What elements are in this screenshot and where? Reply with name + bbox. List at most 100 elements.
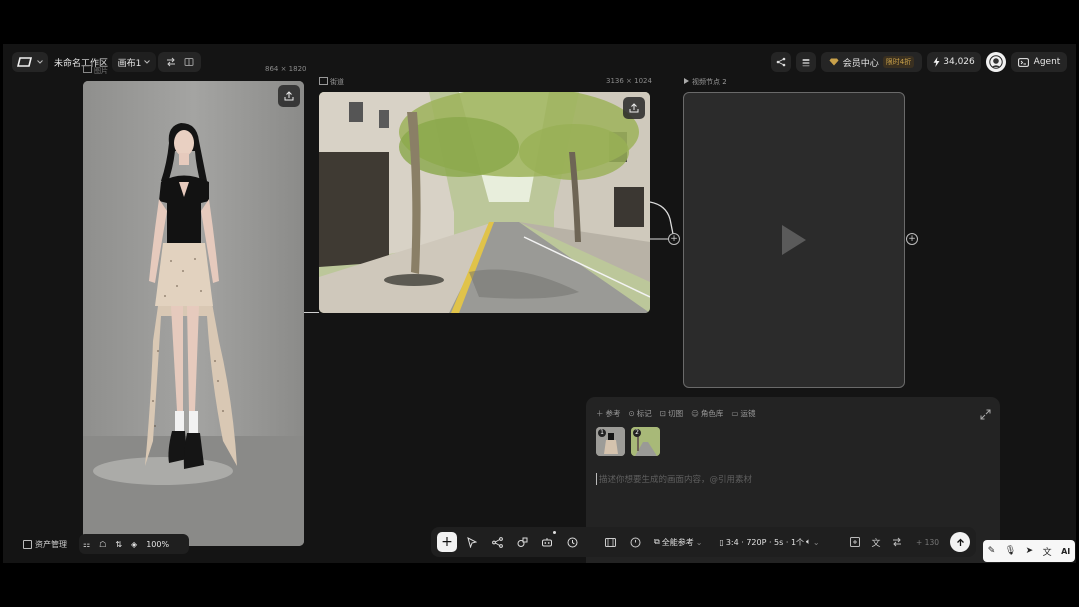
share-icon	[776, 57, 786, 67]
asset-manager-button[interactable]: 资产管理	[23, 539, 67, 550]
node-output-port[interactable]: +	[906, 233, 918, 245]
credit-cost: + 130	[916, 537, 939, 547]
tag-label: 角色库	[700, 409, 724, 418]
video-icon	[684, 78, 689, 84]
generate-button[interactable]	[950, 532, 970, 552]
node2-upload-button[interactable]	[623, 97, 645, 119]
layers-button[interactable]	[796, 52, 816, 72]
play-icon	[781, 224, 807, 256]
zoom-level[interactable]: 100%	[146, 540, 169, 549]
volume-icon: 🔈︎	[806, 537, 811, 546]
plus-icon: ＋	[596, 409, 604, 418]
connector-line	[304, 312, 319, 313]
canvas-selector[interactable]: 画布1	[112, 52, 156, 72]
clock-icon	[567, 537, 577, 547]
reference-mode-icon: ⧉	[654, 537, 660, 546]
mode-selector[interactable]: ⧉ 全能参考 ⌄	[654, 537, 702, 548]
app-window: 未命名工作区 画布1 会员中心 限时4折 34,026 Agent 图片 864…	[3, 44, 1076, 563]
prompt-tag-row: ＋参考 ⊙ 标记 ⊡ 切图 ☺ 角色库 ▭ 运镜	[596, 408, 756, 419]
grid-icon[interactable]: ⚏	[83, 540, 90, 549]
credits-button[interactable]: 34,026	[927, 52, 981, 72]
tag-label: 标记	[636, 409, 652, 418]
share-button[interactable]	[771, 52, 791, 72]
node1-upload-button[interactable]	[278, 85, 300, 107]
prompt-input[interactable]: 描述你想要生成的画面内容，@引用素材	[596, 473, 979, 485]
logo-menu[interactable]	[12, 52, 48, 72]
crop-icon: ⊡	[659, 409, 667, 418]
member-center-label: 会员中心	[842, 58, 879, 69]
upload-icon	[629, 103, 639, 113]
robot-icon	[542, 537, 552, 546]
ime-send-icon[interactable]: ➤	[1026, 546, 1034, 556]
reference-thumb-2[interactable]: 2	[631, 427, 660, 456]
generation-settings[interactable]: ▯ 3:4 · 720P · 5s · 1个 🔈︎ ⌄	[719, 537, 819, 548]
tag-reference[interactable]: ＋参考	[596, 408, 621, 419]
node3-title-caption: 视频节点 2	[684, 77, 727, 87]
ime-ai-label[interactable]: AI	[1061, 547, 1070, 556]
layout-icon[interactable]	[184, 57, 194, 67]
agent-button[interactable]: Agent	[1011, 52, 1067, 72]
node2-title-caption: 街道	[319, 77, 344, 87]
logo-icon	[17, 57, 33, 67]
compare-icon[interactable]	[166, 57, 176, 67]
avatar[interactable]	[986, 52, 1006, 72]
ime-toolbar: ✎ 🎙︎ ➤ 文 AI	[983, 540, 1075, 562]
expand-icon	[980, 409, 991, 420]
node1-title-caption: 图片	[83, 65, 108, 76]
model-select-button[interactable]	[600, 532, 620, 552]
node1-title: 图片	[94, 67, 108, 75]
add-node-button[interactable]: +	[437, 532, 457, 552]
portrait-image-node[interactable]	[83, 81, 304, 546]
assets-button[interactable]	[512, 532, 532, 552]
member-badge: 限时4折	[882, 56, 915, 68]
settings-label: 3:4 · 720P · 5s · 1个	[725, 537, 805, 547]
agent-icon	[1017, 57, 1029, 67]
street-image-node[interactable]	[319, 92, 650, 313]
model-button[interactable]	[537, 531, 557, 552]
sort-icon[interactable]: ⇅	[115, 540, 122, 549]
history-button[interactable]	[562, 532, 582, 552]
timer-button[interactable]	[625, 532, 645, 552]
tag-character[interactable]: ☺ 角色库	[691, 408, 723, 419]
chevron-down-icon	[37, 60, 43, 64]
portrait-photo	[83, 81, 304, 546]
upload-icon	[284, 91, 294, 101]
reference-thumb-1[interactable]: 1	[596, 427, 625, 456]
ime-translate-icon[interactable]: 文	[1043, 545, 1052, 558]
translate-icon: 文	[871, 538, 881, 549]
avatar-icon	[989, 55, 1003, 69]
bottom-left-tools: ⚏ ☖ ⇅ ◈ 100%	[79, 534, 189, 554]
select-tool-button[interactable]	[462, 532, 482, 552]
translate-button[interactable]: 文	[868, 532, 884, 552]
chevron-down-icon	[144, 60, 151, 64]
credits-value: 34,026	[943, 57, 975, 67]
video-node[interactable]	[683, 92, 905, 388]
film-icon	[604, 537, 616, 547]
eye-icon[interactable]: ◈	[131, 540, 137, 549]
workflow-button[interactable]	[487, 532, 507, 552]
bolt-icon	[933, 57, 940, 67]
panel-expand-button[interactable]	[980, 405, 992, 420]
arrow-up-icon	[956, 538, 964, 546]
node-input-port[interactable]: +	[668, 233, 680, 245]
swap-button[interactable]	[889, 532, 905, 552]
timer-icon	[630, 537, 640, 547]
node2-title: 街道	[330, 78, 344, 86]
tag-mark[interactable]: ⊙ 标记	[629, 408, 652, 419]
thumb-badge: 1	[598, 429, 606, 437]
shapes-icon	[517, 537, 527, 547]
tag-camera[interactable]: ▭ 运镜	[731, 408, 755, 419]
chevron-down-icon: ⌄	[812, 537, 820, 547]
prompt-enhance-button[interactable]	[847, 532, 863, 552]
ime-emoji-icon[interactable]: ✎	[988, 546, 996, 556]
tag-label: 运镜	[740, 409, 756, 418]
workflow-icon	[491, 536, 503, 548]
user-icon[interactable]: ☖	[99, 540, 106, 549]
tag-crop[interactable]: ⊡ 切图	[660, 408, 683, 419]
ime-mic-icon[interactable]: 🎙︎	[1005, 546, 1016, 556]
member-center-button[interactable]: 会员中心 限时4折	[821, 52, 922, 72]
agent-label: Agent	[1033, 57, 1061, 67]
mode-label: 全能参考	[661, 537, 694, 547]
swap-icon	[893, 537, 902, 547]
cursor-icon	[467, 536, 477, 548]
